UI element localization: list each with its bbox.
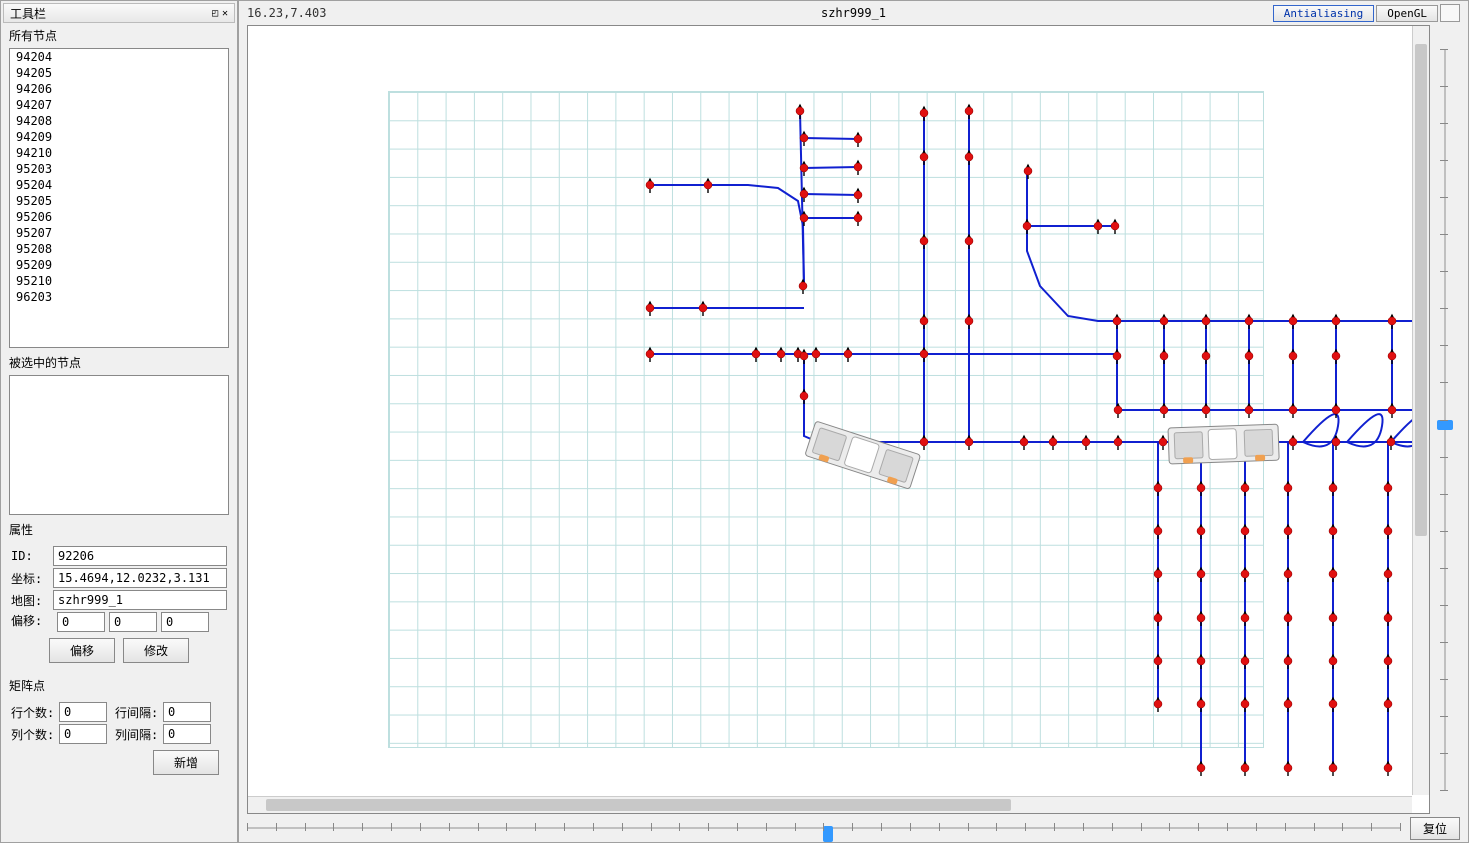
list-item[interactable]: 94210 [10, 145, 228, 161]
offset-label: 偏移: [11, 612, 53, 632]
properties-label: 属性 [3, 517, 235, 540]
matrix-label: 矩阵点 [3, 673, 235, 696]
reset-button[interactable]: 复位 [1410, 817, 1460, 840]
map-title: szhr999_1 [821, 6, 886, 20]
matrix-section: 行个数: 行间隔: 列个数: 列间隔: 新增 [3, 696, 235, 785]
col-count-input[interactable] [59, 724, 107, 744]
offset-x-input[interactable] [57, 612, 105, 632]
toolbar-panel: 工具栏 ◰ ✕ 所有节点 942049420594206942079420894… [0, 0, 238, 843]
top-bar: 16.23,7.403 szhr999_1 Antialiasing OpenG… [239, 1, 1468, 23]
map-svg [248, 26, 1429, 813]
col-gap-input[interactable] [163, 724, 211, 744]
offset-z-input[interactable] [161, 612, 209, 632]
id-label: ID: [11, 549, 53, 563]
list-item[interactable]: 95210 [10, 273, 228, 289]
canvas-scrollbar-horizontal[interactable] [248, 796, 1412, 813]
list-item[interactable]: 95209 [10, 257, 228, 273]
list-item[interactable]: 94208 [10, 113, 228, 129]
map-canvas[interactable] [247, 25, 1430, 814]
list-item[interactable]: 95205 [10, 193, 228, 209]
row-count-input[interactable] [59, 702, 107, 722]
cursor-coord: 16.23,7.403 [247, 6, 326, 20]
opengl-button[interactable]: OpenGL [1376, 5, 1438, 22]
col-count-label: 列个数: [11, 726, 59, 743]
canvas-scrollbar-vertical[interactable] [1412, 26, 1429, 795]
all-nodes-label: 所有节点 [3, 23, 235, 46]
antialiasing-button[interactable]: Antialiasing [1273, 5, 1374, 22]
row-count-label: 行个数: [11, 704, 59, 721]
zoom-slider-horizontal[interactable] [247, 819, 1400, 837]
col-gap-label: 列间隔: [115, 726, 163, 743]
list-item[interactable]: 94207 [10, 97, 228, 113]
main-area: 16.23,7.403 szhr999_1 Antialiasing OpenG… [238, 0, 1469, 843]
add-button[interactable]: 新增 [153, 750, 219, 775]
selected-nodes-label: 被选中的节点 [3, 350, 235, 373]
list-item[interactable]: 94204 [10, 49, 228, 65]
map-label: 地图: [11, 592, 53, 609]
zoom-slider-vertical[interactable] [1430, 25, 1460, 814]
list-item[interactable]: 96203 [10, 289, 228, 305]
properties-section: ID: 坐标: 地图: 偏移: 偏移 修改 [3, 540, 235, 673]
list-item[interactable]: 95203 [10, 161, 228, 177]
selected-nodes-listbox[interactable] [9, 375, 229, 515]
list-item[interactable]: 94205 [10, 65, 228, 81]
id-input[interactable] [53, 546, 227, 566]
dock-icon[interactable]: ◰ [212, 8, 218, 19]
list-item[interactable]: 94206 [10, 81, 228, 97]
offset-y-input[interactable] [109, 612, 157, 632]
list-item[interactable]: 95207 [10, 225, 228, 241]
list-item[interactable]: 94209 [10, 129, 228, 145]
coord-input[interactable] [53, 568, 227, 588]
all-nodes-listbox[interactable]: 9420494205942069420794208942099421095203… [9, 48, 229, 348]
list-item[interactable]: 95204 [10, 177, 228, 193]
map-input[interactable] [53, 590, 227, 610]
modify-button[interactable]: 修改 [123, 638, 189, 663]
list-item[interactable]: 95208 [10, 241, 228, 257]
toolbar-title: 工具栏 [10, 5, 46, 22]
row-gap-label: 行间隔: [115, 704, 163, 721]
close-icon[interactable]: ✕ [222, 8, 228, 19]
offset-button[interactable]: 偏移 [49, 638, 115, 663]
list-item[interactable]: 95206 [10, 209, 228, 225]
row-gap-input[interactable] [163, 702, 211, 722]
coord-label: 坐标: [11, 570, 53, 587]
render-toggle-button[interactable] [1440, 4, 1460, 22]
toolbar-titlebar: 工具栏 ◰ ✕ [3, 3, 235, 23]
